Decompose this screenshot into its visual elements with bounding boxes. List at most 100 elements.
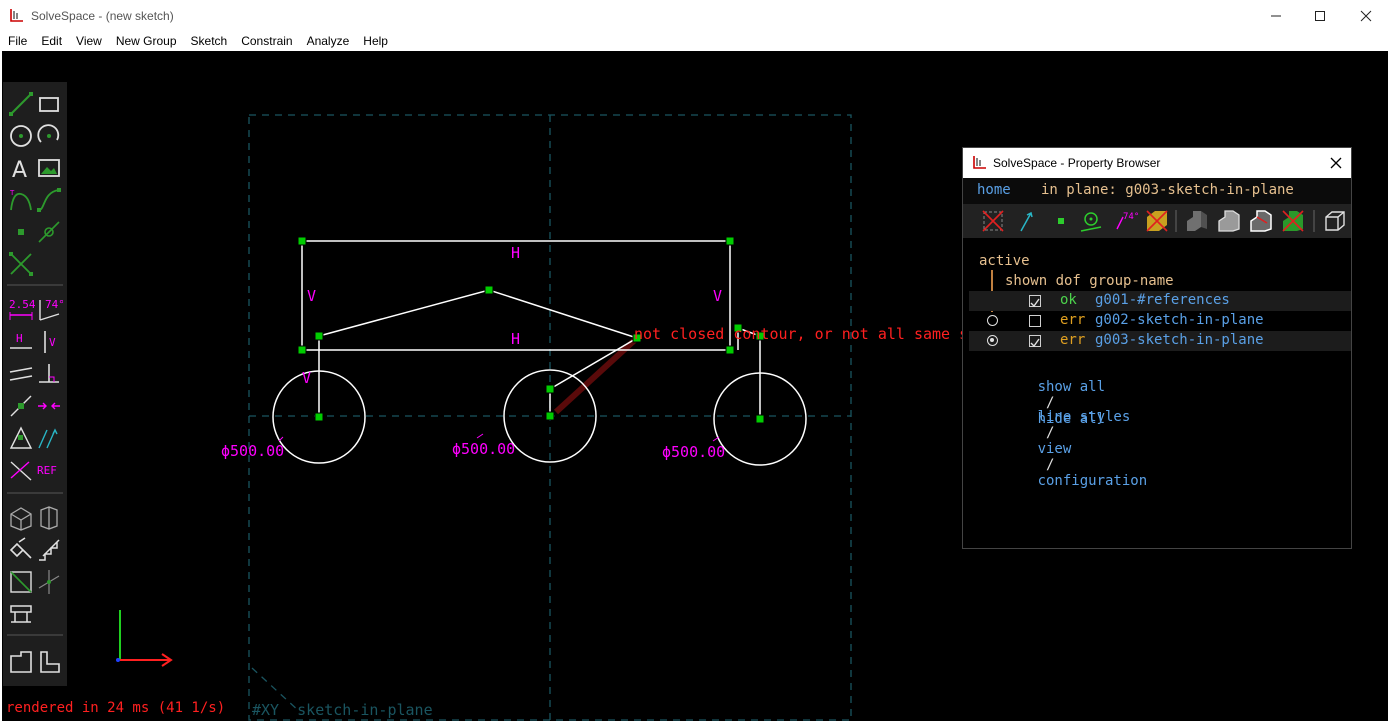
shown-checkbox[interactable] [1029, 335, 1041, 348]
tangent-arc-tool-icon[interactable]: T [7, 186, 35, 214]
group-row[interactable]: err g002-sketch-in-plane [969, 311, 1351, 331]
svg-text:74°: 74° [45, 298, 63, 311]
constraint-vertical-left[interactable]: V [307, 287, 316, 305]
rectangle-tool-icon[interactable] [35, 90, 63, 118]
icon-separator [1313, 210, 1315, 232]
sketch-toolbar: A T 2.54 74° H V REF [3, 82, 67, 686]
property-browser-body: home in plane: g003-sketch-in-plane 74° … [963, 178, 1351, 548]
other-constraint-icon[interactable] [7, 456, 35, 484]
step-translating-icon[interactable] [7, 504, 35, 532]
show-normals-icon[interactable] [1013, 207, 1041, 235]
constraint-horizontal-mid[interactable]: H [511, 330, 520, 348]
extrude-icon[interactable] [7, 536, 35, 564]
symmetric-constraint-icon[interactable] [35, 392, 63, 420]
icon-separator [1175, 210, 1177, 232]
show-edges-icon[interactable] [1215, 207, 1243, 235]
render-status: rendered in 24 ms (41 1/s) [6, 700, 226, 716]
svg-text:V: V [49, 336, 56, 349]
circle-tool-icon[interactable] [7, 122, 35, 150]
spline-tool-icon[interactable] [35, 186, 63, 214]
visibility-toolbar: 74° [963, 204, 1351, 238]
text-tool-icon[interactable]: A [7, 154, 35, 182]
property-browser-title: SolveSpace - Property Browser [993, 156, 1161, 170]
image-tool-icon[interactable] [35, 154, 63, 182]
workplane-indicator: in plane: g003-sketch-in-plane [1041, 182, 1294, 198]
point-on-line-icon[interactable] [7, 392, 35, 420]
group-name-link[interactable]: g001-#references [1095, 292, 1230, 308]
step-rotating-icon[interactable] [35, 504, 63, 532]
group-row[interactable]: ok g001-#references [969, 291, 1351, 311]
property-browser-nav: home in plane: g003-sketch-in-plane [963, 178, 1351, 204]
constraint-vertical-right[interactable]: V [713, 287, 722, 305]
error-message: not closed contour, or not all same styl… [634, 325, 1013, 343]
same-orientation-icon[interactable] [35, 424, 63, 452]
parallel-constraint-icon[interactable] [7, 360, 35, 388]
group-row[interactable]: err g003-sketch-in-plane [969, 331, 1351, 351]
svg-text:T: T [9, 189, 15, 197]
diameter-dimension-left[interactable]: ϕ500.00 [221, 442, 284, 460]
horizontal-constraint-icon[interactable]: H [7, 328, 35, 356]
group-name-link[interactable]: g002-sketch-in-plane [1095, 312, 1264, 328]
error-highlight [553, 335, 640, 415]
shown-checkbox[interactable] [1029, 295, 1041, 308]
property-browser-window: SolveSpace - Property Browser home in pl… [962, 147, 1352, 549]
distance-dimension-icon[interactable]: 2.54 [7, 296, 35, 324]
diameter-dimension-right[interactable]: ϕ500.00 [662, 443, 725, 461]
group-dof-status: err [1060, 312, 1086, 328]
sketch-in-workplane-icon[interactable] [35, 568, 63, 596]
shown-checkbox[interactable] [1029, 315, 1041, 327]
property-browser-titlebar: SolveSpace - Property Browser [963, 148, 1351, 178]
constraint-horizontal-top[interactable]: H [511, 244, 520, 262]
line-tool-icon[interactable] [7, 90, 35, 118]
angle-dimension-icon[interactable]: 74° [35, 296, 63, 324]
assembly-icon[interactable] [35, 648, 63, 676]
equal-constraint-icon[interactable] [7, 424, 35, 452]
lathe-icon[interactable] [35, 536, 63, 564]
show-construction-icon[interactable] [1077, 207, 1105, 235]
sketch-in-3d-icon[interactable] [7, 568, 35, 596]
reference-toggle-icon[interactable]: REF [35, 456, 63, 484]
constraint-vertical-lower[interactable]: V [302, 369, 311, 387]
toolbar-separator [7, 284, 63, 286]
import-part-icon[interactable] [7, 648, 35, 676]
group-dof-status: err [1060, 332, 1086, 348]
property-browser-close-button[interactable] [1325, 152, 1347, 174]
active-group-radio[interactable] [987, 335, 998, 346]
workplane-label: #XY sketch-in-plane [252, 701, 433, 719]
svg-text:74°: 74° [1123, 212, 1139, 222]
show-constraints-icon[interactable]: 74° [1111, 207, 1139, 235]
solvespace-app-icon [973, 156, 986, 169]
show-workplanes-icon[interactable] [979, 207, 1007, 235]
perpendicular-constraint-icon[interactable] [35, 360, 63, 388]
group-name-link[interactable]: g003-sketch-in-plane [1095, 332, 1264, 348]
link-assembly-icon[interactable] [7, 600, 35, 628]
settings-links: line styles / view / configuration [987, 393, 1148, 505]
group-dof-status: ok [1060, 292, 1077, 308]
checkmark-icon [1030, 338, 1040, 348]
group-list-header: shown dof group-name [1005, 273, 1174, 289]
show-faces-icon[interactable] [1143, 207, 1171, 235]
checkmark-icon [1030, 298, 1040, 308]
show-outline-icon[interactable] [1247, 207, 1275, 235]
home-link[interactable]: home [977, 182, 1011, 198]
perspective-icon[interactable] [1321, 207, 1349, 235]
workplane-tool-icon[interactable] [35, 218, 63, 246]
toolbar-separator [7, 634, 63, 636]
toolbar-separator [7, 492, 63, 494]
active-label: active [979, 253, 1030, 269]
axis-indicator [116, 610, 173, 667]
diameter-dimension-mid[interactable]: ϕ500.00 [452, 440, 515, 458]
point-tool-icon[interactable] [7, 218, 35, 246]
configuration-link[interactable]: configuration [1038, 473, 1148, 489]
line-styles-link[interactable]: line styles [1038, 409, 1131, 425]
show-shaded-icon[interactable] [1183, 207, 1211, 235]
active-group-radio[interactable] [987, 315, 998, 326]
show-points-icon[interactable] [1047, 207, 1075, 235]
svg-text:H: H [16, 332, 23, 345]
show-mesh-icon[interactable] [1279, 207, 1307, 235]
arc-tool-icon[interactable] [35, 122, 63, 150]
view-link[interactable]: view [1038, 441, 1072, 457]
svg-text:REF: REF [37, 464, 57, 477]
construction-tool-icon[interactable] [7, 250, 35, 278]
vertical-constraint-icon[interactable]: V [35, 328, 63, 356]
